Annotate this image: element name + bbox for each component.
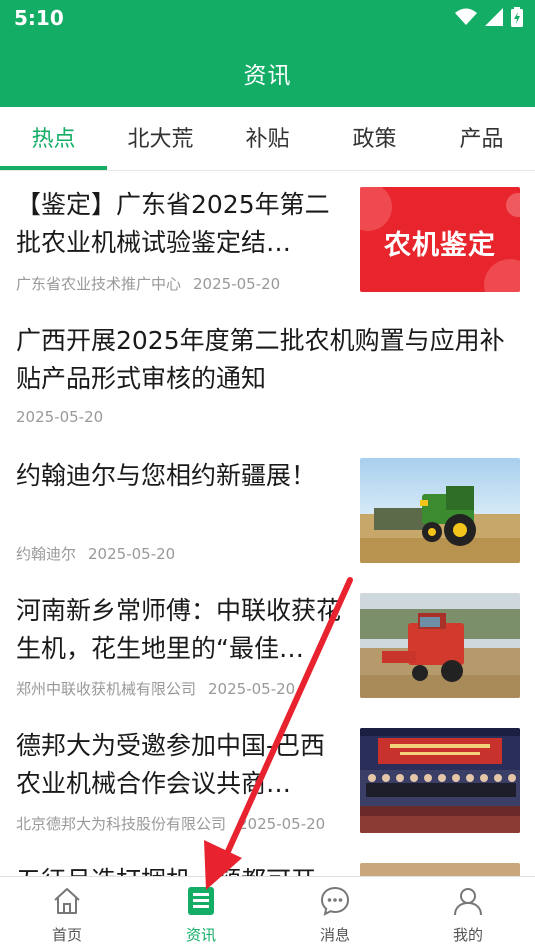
- news-title: 广西开展2025年度第二批农机购置与应用补贴产品形式审核的通知: [16, 326, 505, 393]
- news-icon: [188, 887, 214, 915]
- news-item[interactable]: 五征月造打捆机一顿都可开…: [0, 846, 535, 876]
- news-title: 河南新乡常师傅：中联收获花生机，花生地里的“最佳…: [16, 596, 341, 663]
- tab-subsidy[interactable]: 补贴: [214, 121, 321, 153]
- thumbnail-caption: 农机鉴定: [384, 230, 496, 261]
- news-title: 五征月造打捆机一顿都可开…: [16, 862, 341, 876]
- news-title: 【鉴定】广东省2025年第二批农业机械试验鉴定结…: [16, 190, 330, 257]
- news-list: 【鉴定】广东省2025年第二批农业机械试验鉴定结… 广东省农业技术推广中心 202…: [0, 171, 535, 876]
- news-item[interactable]: 约翰迪尔与您相约新疆展！ 约翰迪尔 2025-05-20: [0, 441, 535, 576]
- news-date: 2025-05-20: [238, 815, 326, 833]
- news-item[interactable]: 【鉴定】广东省2025年第二批农业机械试验鉴定结… 广东省农业技术推广中心 202…: [0, 171, 535, 306]
- tab-beidahuang[interactable]: 北大荒: [107, 121, 214, 153]
- tab-hot[interactable]: 热点: [0, 121, 107, 153]
- news-thumbnail: [360, 863, 520, 876]
- conference-photo: [360, 728, 520, 833]
- bottom-nav: 首页 资讯 消息 我的: [0, 876, 535, 951]
- tab-product[interactable]: 产品: [428, 121, 535, 153]
- news-date: 2025-05-20: [193, 275, 281, 293]
- news-item[interactable]: 广西开展2025年度第二批农机购置与应用补贴产品形式审核的通知 2025-05-…: [0, 306, 535, 441]
- tab-policy[interactable]: 政策: [321, 121, 428, 153]
- news-source: 郑州中联收获机械有限公司: [16, 680, 197, 698]
- news-item[interactable]: 德邦大为受邀参加中国-巴西农业机械合作会议共商… 北京德邦大为科技股份有限公司 2…: [0, 711, 535, 846]
- battery-icon: [511, 7, 523, 27]
- status-bar: 5:10: [0, 0, 535, 36]
- category-tabs: 热点 北大荒 补贴 政策 产品: [0, 107, 535, 171]
- tractor-photo: [360, 458, 520, 563]
- news-title: 德邦大为受邀参加中国-巴西农业机械合作会议共商…: [16, 731, 326, 798]
- news-date: 2025-05-20: [208, 680, 296, 698]
- wifi-icon: [455, 8, 477, 25]
- nav-profile-label: 我的: [452, 926, 483, 944]
- news-thumbnail: [360, 458, 520, 563]
- news-date: 2025-05-20: [16, 408, 104, 426]
- nav-profile[interactable]: 我的: [401, 877, 535, 951]
- nav-home[interactable]: 首页: [0, 877, 134, 951]
- active-tab-indicator: [0, 166, 107, 170]
- home-icon: [54, 888, 80, 914]
- news-title: 约翰迪尔与您相约新疆展！: [16, 461, 317, 490]
- news-source: 约翰迪尔: [16, 545, 77, 563]
- user-icon: [454, 888, 482, 916]
- news-source: 北京德邦大为科技股份有限公司: [16, 815, 227, 833]
- nav-news[interactable]: 资讯: [134, 877, 268, 951]
- news-thumbnail: 农机鉴定: [360, 187, 520, 292]
- news-thumbnail: [360, 593, 520, 698]
- news-date: 2025-05-20: [88, 545, 176, 563]
- nav-home-label: 首页: [51, 926, 82, 944]
- page-title: 资讯: [243, 63, 292, 89]
- harvester-photo: [360, 593, 520, 698]
- signal-icon: [485, 8, 503, 26]
- nav-messages[interactable]: 消息: [268, 877, 402, 951]
- nav-news-label: 资讯: [185, 926, 216, 944]
- nav-messages-label: 消息: [319, 926, 350, 944]
- status-time: 5:10: [14, 6, 64, 30]
- news-item[interactable]: 河南新乡常师傅：中联收获花生机，花生地里的“最佳… 郑州中联收获机械有限公司 20…: [0, 576, 535, 711]
- news-source: 广东省农业技术推广中心: [16, 275, 182, 293]
- news-thumbnail: [360, 728, 520, 833]
- message-icon: [320, 886, 350, 916]
- app-bar: 资讯: [0, 36, 535, 107]
